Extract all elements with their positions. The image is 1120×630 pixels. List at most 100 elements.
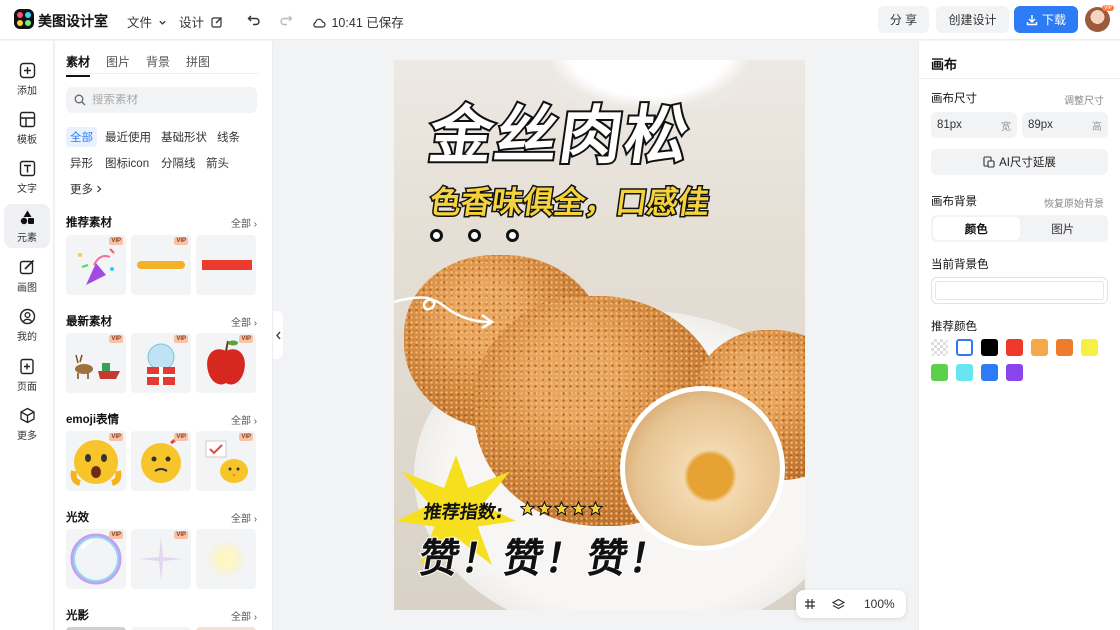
background-type-toggle: 颜色 图片 <box>931 215 1108 242</box>
design-canvas[interactable]: 金丝肉松 色香味俱全，口感佳 推荐指数: 赞！赞！赞！ <box>394 60 805 610</box>
height-unit: 高 <box>1092 121 1102 133</box>
rating-stars <box>520 501 603 516</box>
asset-thumb-yellow-stroke[interactable]: VIP <box>131 235 191 295</box>
rail-item-draw[interactable]: 画图 <box>4 254 50 298</box>
asset-thumb-glow[interactable] <box>196 529 256 589</box>
asset-thumb-emoji-thinking[interactable]: VIP <box>131 431 191 491</box>
asset-thumb-gift-globe[interactable]: VIP <box>131 333 191 393</box>
download-button[interactable]: 下载 <box>1014 6 1078 33</box>
panel-divider <box>919 78 1120 79</box>
collapse-panel-handle[interactable] <box>273 311 283 359</box>
rail-label: 模板 <box>17 134 37 146</box>
plus-square-icon <box>19 62 35 78</box>
swatch-transparent[interactable] <box>931 339 948 356</box>
swatch-red[interactable] <box>1006 339 1023 356</box>
rating-label[interactable]: 推荐指数: <box>422 498 505 524</box>
current-bg-color-picker[interactable] <box>931 277 1108 304</box>
chip-more[interactable]: 更多 <box>66 179 107 199</box>
search-input[interactable] <box>92 94 242 106</box>
asset-thumb-bubble[interactable]: VIP <box>66 529 126 589</box>
swatch-cyan[interactable] <box>956 364 973 381</box>
rail-item-mine[interactable]: 我的 <box>4 303 50 347</box>
chip-special-shapes[interactable]: 异形 <box>66 153 97 173</box>
poster-headline[interactable]: 金丝肉松 <box>423 97 697 174</box>
zoom-level[interactable]: 100% <box>864 597 895 611</box>
segment-color[interactable]: 颜色 <box>933 217 1020 240</box>
rail-item-more[interactable]: 更多 <box>4 402 50 446</box>
star-icon <box>537 501 552 516</box>
rail-item-page[interactable]: 页面 <box>4 353 50 397</box>
app-logo-icon[interactable] <box>14 9 34 29</box>
section-title-latest: 最新素材 <box>66 316 112 328</box>
see-all-label: 全部 <box>231 219 251 230</box>
design-menu[interactable]: 设计 <box>179 12 223 31</box>
search-box[interactable] <box>66 87 257 113</box>
see-all-emoji[interactable]: 全部 › <box>231 412 257 427</box>
rail-item-template[interactable]: 模板 <box>4 106 50 150</box>
see-all-light-shadow[interactable]: 全部 › <box>231 608 257 623</box>
swatch-yellow[interactable] <box>1081 339 1098 356</box>
layers-icon <box>831 598 845 609</box>
grid-hash-icon <box>805 599 815 609</box>
edit-icon <box>210 17 222 28</box>
grid-toggle[interactable] <box>796 590 824 618</box>
curly-arrow-icon <box>394 296 495 330</box>
vip-badge: VIP <box>239 433 253 441</box>
current-bg-color-label: 当前背景色 <box>931 259 989 271</box>
see-all-latest[interactable]: 全部 › <box>231 314 257 329</box>
asset-thumb-emoji-shocked[interactable]: VIP <box>66 431 126 491</box>
height-field[interactable]: 89px 高 <box>1022 112 1108 138</box>
file-menu[interactable]: 文件 <box>127 12 167 31</box>
segment-image[interactable]: 图片 <box>1020 217 1107 240</box>
star-icon <box>588 501 603 516</box>
poster-praise-text[interactable]: 赞！赞！赞！ <box>414 526 677 584</box>
user-avatar[interactable]: VIP <box>1085 5 1114 32</box>
asset-thumb-party-popper[interactable]: VIP <box>66 235 126 295</box>
create-design-button[interactable]: 创建设计 <box>936 6 1009 33</box>
rail-item-elements[interactable]: 元素 <box>4 204 50 248</box>
chip-icons[interactable]: 图标icon <box>101 153 153 173</box>
ai-size-extend-label: AI尺寸延展 <box>999 157 1056 169</box>
ai-resize-icon <box>983 156 995 168</box>
asset-thumb-sparkle[interactable]: VIP <box>131 529 191 589</box>
left-rail: 添加 模板 文字 元素 画图 我的 页面 更多 <box>0 41 54 630</box>
section-title-recommended: 推荐素材 <box>66 217 112 229</box>
poster-subheadline[interactable]: 色香味俱全，口感佳 <box>426 184 713 223</box>
height-value: 89px <box>1028 119 1053 131</box>
share-button[interactable]: 分 享 <box>878 6 929 33</box>
width-field[interactable]: 81px 宽 <box>931 112 1017 138</box>
swatch-white[interactable] <box>956 339 973 356</box>
chip-dividers[interactable]: 分隔线 <box>157 153 200 173</box>
swatch-green[interactable] <box>931 364 948 381</box>
chip-more-label: 更多 <box>70 184 93 196</box>
chip-arrows[interactable]: 箭头 <box>202 153 233 173</box>
rail-label: 更多 <box>17 430 37 442</box>
rail-item-add[interactable]: 添加 <box>4 57 50 101</box>
redo-icon[interactable] <box>276 10 296 30</box>
chip-lines[interactable]: 线条 <box>213 127 244 147</box>
adjust-size-link[interactable]: 调整尺寸 <box>1064 92 1104 107</box>
see-all-light-effects[interactable]: 全部 › <box>231 510 257 525</box>
chip-recent[interactable]: 最近使用 <box>101 127 155 147</box>
swatch-light-orange[interactable] <box>1031 339 1048 356</box>
asset-thumb-reindeer-sleigh[interactable]: VIP <box>66 333 126 393</box>
layers-toggle[interactable] <box>824 590 852 618</box>
ai-size-extend-button[interactable]: AI尺寸延展 <box>931 149 1108 175</box>
swatch-black[interactable] <box>981 339 998 356</box>
see-all-recommended[interactable]: 全部 › <box>231 215 257 230</box>
swatch-blue[interactable] <box>981 364 998 381</box>
avatar-vip-badge: VIP <box>1101 5 1114 11</box>
brand-name[interactable]: 美图设计室 <box>38 11 108 31</box>
asset-thumb-red-apple[interactable]: VIP <box>196 333 256 393</box>
current-color-preview <box>935 281 1104 300</box>
cloud-icon <box>313 18 326 28</box>
swatch-purple[interactable] <box>1006 364 1023 381</box>
chip-basic-shapes[interactable]: 基础形状 <box>157 127 211 147</box>
rail-item-text[interactable]: 文字 <box>4 155 50 199</box>
asset-thumb-emoji-chick[interactable]: VIP <box>196 431 256 491</box>
undo-icon[interactable] <box>244 10 264 30</box>
swatch-orange[interactable] <box>1056 339 1073 356</box>
restore-background-link[interactable]: 恢复原始背景 <box>1044 195 1104 210</box>
chip-all[interactable]: 全部 <box>66 127 97 147</box>
asset-thumb-red-bar[interactable] <box>196 235 256 295</box>
